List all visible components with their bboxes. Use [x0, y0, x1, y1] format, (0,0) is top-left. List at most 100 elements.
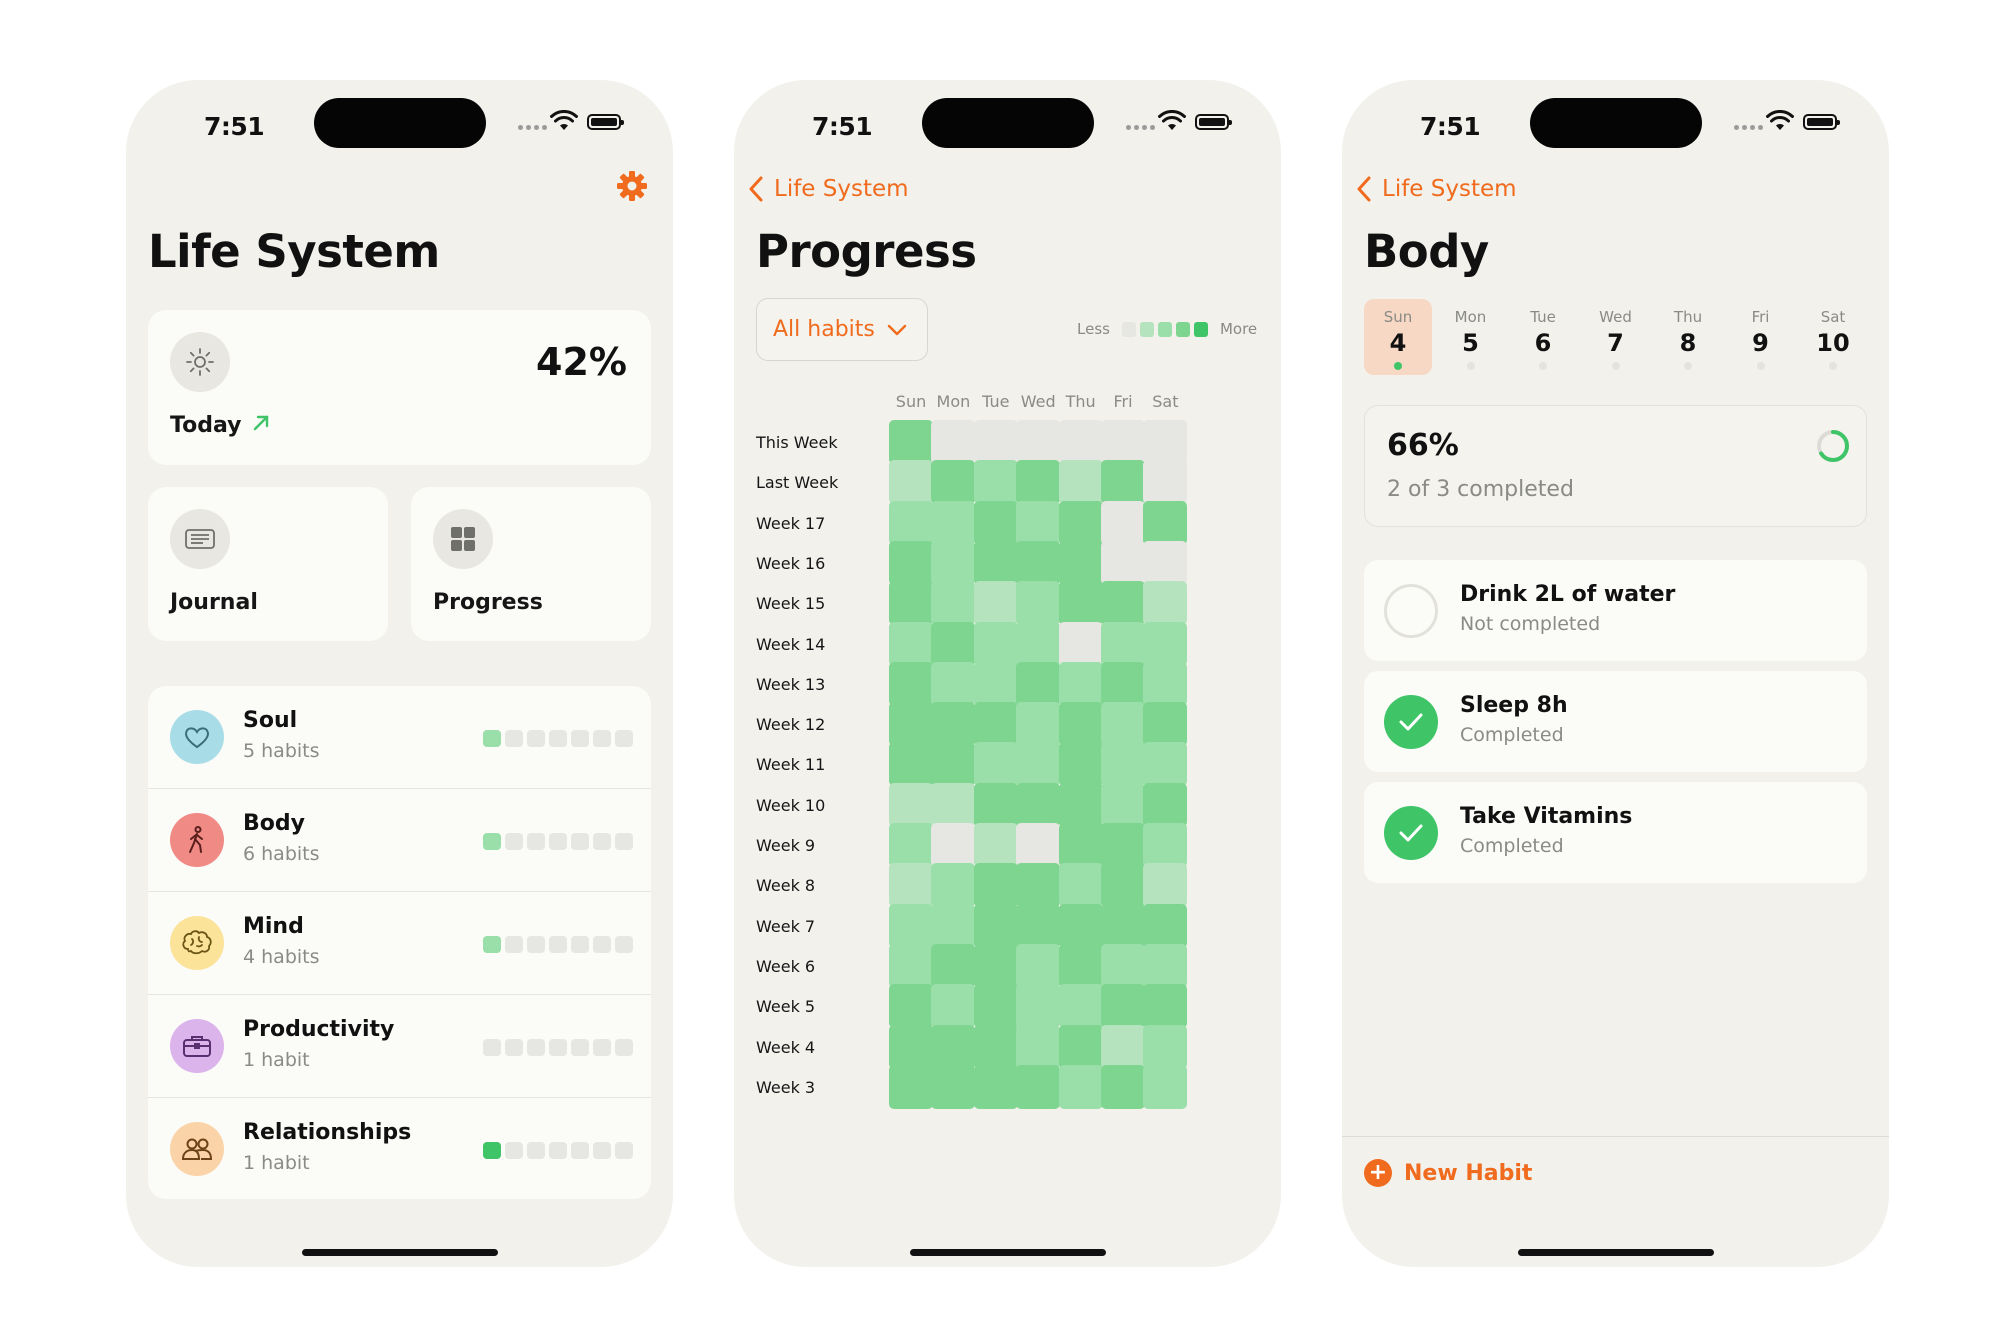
heatmap-cell[interactable]: [889, 782, 933, 827]
progress-tile[interactable]: Progress: [411, 487, 651, 641]
heatmap-cell[interactable]: [931, 460, 976, 505]
journal-tile[interactable]: Journal: [148, 487, 388, 641]
heatmap-cell[interactable]: [1101, 500, 1145, 545]
heatmap-cell[interactable]: [973, 702, 1018, 747]
heatmap-cell[interactable]: [889, 1024, 933, 1069]
heatmap-cell[interactable]: [889, 420, 933, 464]
heatmap-cell[interactable]: [1058, 460, 1103, 505]
heatmap-cell[interactable]: [931, 420, 976, 464]
category-row-mind[interactable]: Mind 4 habits: [148, 892, 651, 995]
heatmap-cell[interactable]: [931, 863, 976, 908]
day-tue[interactable]: Tue 6: [1509, 299, 1577, 375]
heatmap-cell[interactable]: [1143, 540, 1188, 585]
category-row-body[interactable]: Body 6 habits: [148, 789, 651, 892]
heatmap-cell[interactable]: [1058, 903, 1103, 948]
heatmap-cell[interactable]: [1058, 702, 1103, 747]
heatmap-cell[interactable]: [973, 1064, 1018, 1109]
heatmap-cell[interactable]: [1101, 540, 1145, 585]
heatmap-cell[interactable]: [1143, 943, 1188, 988]
day-mon[interactable]: Mon 5: [1437, 299, 1505, 375]
home-indicator[interactable]: [1518, 1249, 1714, 1256]
heatmap-cell[interactable]: [931, 1024, 976, 1069]
heatmap-cell[interactable]: [1016, 500, 1061, 545]
heatmap-cell[interactable]: [973, 621, 1018, 666]
category-row-productivity[interactable]: Productivity 1 habit: [148, 995, 651, 1098]
heatmap-cell[interactable]: [1058, 420, 1103, 464]
heatmap-cell[interactable]: [973, 863, 1018, 908]
heatmap-cell[interactable]: [1016, 621, 1061, 666]
heatmap-cell[interactable]: [1101, 460, 1145, 505]
habit-row[interactable]: Sleep 8h Completed: [1364, 671, 1867, 772]
day-sun[interactable]: Sun 4: [1364, 299, 1432, 375]
heatmap-cell[interactable]: [973, 540, 1018, 585]
heatmap-cell[interactable]: [1101, 903, 1145, 948]
heatmap-cell[interactable]: [931, 702, 976, 747]
heatmap-cell[interactable]: [1101, 621, 1145, 666]
heatmap-cell[interactable]: [1016, 823, 1061, 867]
heatmap-cell[interactable]: [1016, 742, 1061, 787]
heatmap-cell[interactable]: [1016, 420, 1061, 464]
heatmap-cell[interactable]: [1143, 460, 1188, 505]
habit-checkbox-empty[interactable]: [1384, 584, 1438, 638]
heatmap-cell[interactable]: [889, 500, 933, 545]
heatmap-cell[interactable]: [931, 621, 976, 666]
heatmap-cell[interactable]: [1016, 702, 1061, 747]
heatmap-cell[interactable]: [931, 823, 976, 867]
heatmap-cell[interactable]: [1101, 1024, 1145, 1069]
heatmap-cell[interactable]: [1016, 863, 1061, 908]
heatmap-cell[interactable]: [973, 984, 1018, 1029]
heatmap-cell[interactable]: [931, 1064, 976, 1109]
home-indicator[interactable]: [910, 1249, 1106, 1256]
heatmap-cell[interactable]: [973, 661, 1018, 706]
day-fri[interactable]: Fri 9: [1727, 299, 1795, 375]
heatmap-cell[interactable]: [1016, 984, 1061, 1029]
heatmap-cell[interactable]: [931, 540, 976, 585]
heatmap-cell[interactable]: [1101, 702, 1145, 747]
heatmap-cell[interactable]: [1058, 540, 1103, 585]
new-habit-button[interactable]: + New Habit: [1364, 1159, 1532, 1187]
heatmap-cell[interactable]: [1016, 581, 1061, 626]
heatmap-cell[interactable]: [1143, 581, 1188, 626]
heatmap-cell[interactable]: [889, 621, 933, 666]
heatmap-cell[interactable]: [889, 943, 933, 988]
heatmap-cell[interactable]: [1016, 460, 1061, 505]
heatmap-cell[interactable]: [931, 984, 976, 1029]
heatmap-cell[interactable]: [973, 500, 1018, 545]
heatmap-cell[interactable]: [1143, 420, 1188, 464]
day-wed[interactable]: Wed 7: [1582, 299, 1650, 375]
habit-row[interactable]: Take Vitamins Completed: [1364, 782, 1867, 883]
day-thu[interactable]: Thu 8: [1654, 299, 1722, 375]
back-button[interactable]: Life System: [748, 172, 909, 206]
heatmap-cell[interactable]: [1058, 782, 1103, 827]
heatmap-cell[interactable]: [1143, 1064, 1188, 1109]
heatmap-cell[interactable]: [1143, 823, 1188, 867]
heatmap-cell[interactable]: [889, 863, 933, 908]
today-card[interactable]: 42% Today: [148, 310, 651, 465]
heatmap-cell[interactable]: [1101, 1064, 1145, 1109]
heatmap-cell[interactable]: [889, 540, 933, 585]
heatmap-cell[interactable]: [1143, 621, 1188, 666]
heatmap-cell[interactable]: [931, 742, 976, 787]
heatmap-cell[interactable]: [889, 581, 933, 626]
heatmap-cell[interactable]: [1058, 581, 1103, 626]
heatmap-cell[interactable]: [973, 742, 1018, 787]
heatmap-cell[interactable]: [973, 581, 1018, 626]
heatmap-cell[interactable]: [1016, 1064, 1061, 1109]
heatmap-cell[interactable]: [1101, 581, 1145, 626]
heatmap-cell[interactable]: [1101, 863, 1145, 908]
checkmark-icon[interactable]: [1384, 695, 1438, 749]
heatmap-cell[interactable]: [973, 782, 1018, 827]
category-row-soul[interactable]: Soul 5 habits: [148, 686, 651, 789]
heatmap-cell[interactable]: [1101, 661, 1145, 706]
heatmap-cell[interactable]: [1101, 420, 1145, 464]
heatmap-cell[interactable]: [1016, 540, 1061, 585]
heatmap-cell[interactable]: [1143, 500, 1188, 545]
heatmap-cell[interactable]: [1058, 1064, 1103, 1109]
heatmap-cell[interactable]: [1016, 943, 1061, 988]
back-button[interactable]: Life System: [1356, 172, 1517, 206]
heatmap-cell[interactable]: [889, 1064, 933, 1109]
heatmap-cell[interactable]: [973, 420, 1018, 464]
heatmap-cell[interactable]: [1143, 863, 1188, 908]
heatmap-cell[interactable]: [1016, 661, 1061, 706]
heatmap-cell[interactable]: [889, 702, 933, 747]
